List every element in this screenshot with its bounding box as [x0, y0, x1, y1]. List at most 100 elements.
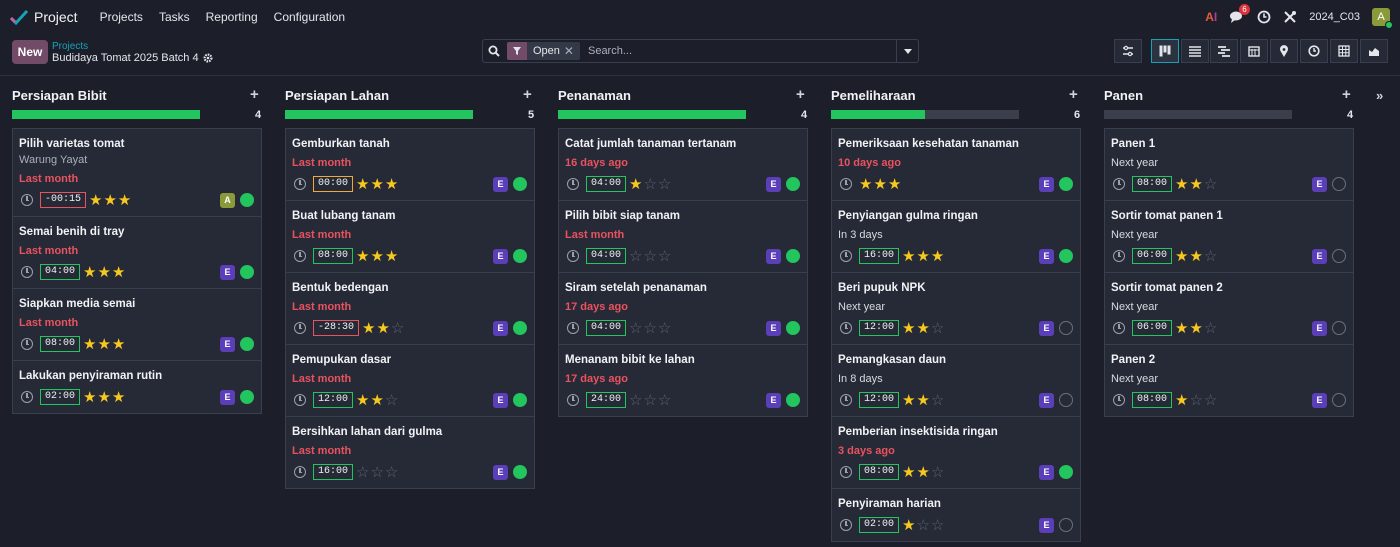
activity-clock-icon[interactable] [1113, 178, 1125, 190]
priority-star-icon[interactable]: ☆ [385, 393, 398, 408]
column-progress-bar[interactable] [558, 110, 746, 119]
task-card[interactable]: Siram setelah penanaman 17 days ago 04:00… [559, 273, 807, 345]
priority-star-icon[interactable]: ★ [916, 321, 929, 336]
priority-star-icon[interactable]: ★ [1189, 177, 1202, 192]
task-state-indicator[interactable] [240, 265, 254, 279]
priority-star-icon[interactable]: ★ [112, 337, 125, 352]
column-progress-bar[interactable] [1104, 110, 1292, 119]
priority-star-icon[interactable]: ☆ [931, 465, 944, 480]
task-card[interactable]: Beri pupuk NPK Next year 12:00 ★ ★ ☆ E [832, 273, 1080, 345]
task-state-indicator[interactable] [513, 393, 527, 407]
column-progress-bar[interactable] [831, 110, 1019, 119]
task-state-indicator[interactable] [1059, 465, 1073, 479]
activity-clock-icon[interactable] [21, 338, 33, 350]
assignee-avatar[interactable]: E [1312, 248, 1327, 264]
priority-star-icon[interactable]: ☆ [1204, 249, 1217, 264]
priority-star-icon[interactable]: ★ [916, 393, 929, 408]
priority-star-icon[interactable]: ★ [112, 265, 125, 280]
activity-clock-icon[interactable] [840, 466, 852, 478]
task-card[interactable]: Pilih bibit siap tanam Last month 04:00 ☆ ☆… [559, 201, 807, 273]
add-task-icon[interactable]: + [1342, 86, 1351, 103]
priority-star-icon[interactable]: ★ [370, 177, 383, 192]
filter-facet[interactable]: Open ✕ [507, 42, 580, 60]
task-card[interactable]: Siapkan media semai Last month 08:00 ★ ★ ★ E [13, 289, 261, 361]
assignee-avatar[interactable]: E [1039, 517, 1054, 533]
ai-icon[interactable]: AI [1205, 10, 1217, 24]
assignee-avatar[interactable]: E [1039, 464, 1054, 480]
activity-clock-icon[interactable] [567, 394, 579, 406]
priority-star-icon[interactable]: ☆ [916, 518, 929, 533]
priority-star-icon[interactable]: ☆ [385, 465, 398, 480]
assignee-avatar[interactable]: E [766, 176, 781, 192]
add-task-icon[interactable]: + [250, 86, 259, 103]
column-title[interactable]: Penanaman [558, 88, 631, 103]
view-activity-button[interactable] [1300, 39, 1328, 63]
assignee-avatar[interactable]: E [766, 320, 781, 336]
task-state-indicator[interactable] [786, 393, 800, 407]
priority-star-icon[interactable]: ☆ [643, 321, 656, 336]
priority-star-icon[interactable]: ★ [118, 193, 131, 208]
activity-clock-icon[interactable] [294, 322, 306, 334]
task-state-indicator[interactable] [1059, 249, 1073, 263]
priority-star-icon[interactable]: ★ [385, 249, 398, 264]
activity-clock-icon[interactable] [567, 322, 579, 334]
priority-star-icon[interactable]: ★ [83, 390, 96, 405]
priority-star-icon[interactable]: ★ [97, 337, 110, 352]
assignee-avatar[interactable]: E [220, 389, 235, 405]
activity-clock-icon[interactable] [294, 466, 306, 478]
activity-clock-icon[interactable] [840, 394, 852, 406]
task-state-indicator[interactable] [786, 249, 800, 263]
priority-star-icon[interactable]: ☆ [370, 465, 383, 480]
task-card[interactable]: Panen 1 Next year 08:00 ★ ★ ☆ E [1105, 129, 1353, 201]
priority-star-icon[interactable]: ☆ [658, 393, 671, 408]
activity-clock-icon[interactable] [21, 194, 33, 206]
priority-star-icon[interactable]: ★ [376, 321, 389, 336]
add-task-icon[interactable]: + [1069, 86, 1078, 103]
add-task-icon[interactable]: + [796, 86, 805, 103]
priority-star-icon[interactable]: ☆ [391, 321, 404, 336]
priority-star-icon[interactable]: ★ [916, 465, 929, 480]
task-state-indicator[interactable] [513, 321, 527, 335]
priority-star-icon[interactable]: ★ [356, 249, 369, 264]
activity-clock-icon[interactable] [1113, 394, 1125, 406]
task-card[interactable]: Bersihkan lahan dari gulma Last month 16:… [286, 417, 534, 483]
task-card[interactable]: Buat lubang tanam Last month 08:00 ★ ★ ★ E [286, 201, 534, 273]
activity-clock-icon[interactable] [840, 250, 852, 262]
activity-clock-icon[interactable] [1113, 250, 1125, 262]
priority-star-icon[interactable]: ★ [356, 393, 369, 408]
priority-star-icon[interactable]: ★ [902, 465, 915, 480]
task-card[interactable]: Penyiraman harian 02:00 ★ ☆ ☆ E [832, 489, 1080, 536]
priority-star-icon[interactable]: ☆ [931, 321, 944, 336]
assignee-avatar[interactable]: E [1039, 392, 1054, 408]
priority-star-icon[interactable]: ☆ [658, 249, 671, 264]
assignee-avatar[interactable]: E [493, 176, 508, 192]
menu-configuration[interactable]: Configuration [274, 10, 345, 24]
priority-star-icon[interactable]: ☆ [1204, 393, 1217, 408]
priority-star-icon[interactable]: ★ [112, 390, 125, 405]
priority-star-icon[interactable]: ★ [370, 249, 383, 264]
task-card[interactable]: Gemburkan tanah Last month 00:00 ★ ★ ★ E [286, 129, 534, 201]
view-kanban-button[interactable] [1151, 39, 1179, 63]
view-gantt-button[interactable] [1210, 39, 1238, 63]
priority-star-icon[interactable]: ★ [1175, 393, 1188, 408]
priority-star-icon[interactable]: ★ [916, 249, 929, 264]
priority-star-icon[interactable]: ★ [888, 177, 901, 192]
priority-star-icon[interactable]: ☆ [1204, 321, 1217, 336]
priority-star-icon[interactable]: ★ [859, 177, 872, 192]
assignee-avatar[interactable]: E [766, 392, 781, 408]
priority-star-icon[interactable]: ★ [1189, 249, 1202, 264]
app-brand[interactable]: Project [10, 9, 78, 25]
task-state-indicator[interactable] [513, 177, 527, 191]
task-card[interactable]: Penyiangan gulma ringan In 3 days 16:00 ★ ★… [832, 201, 1080, 273]
task-card[interactable]: Pilih varietas tomat Warung Yayat Last mon… [13, 129, 261, 217]
breadcrumb-projects[interactable]: Projects [52, 41, 88, 52]
activity-clock-icon[interactable] [294, 394, 306, 406]
task-state-indicator[interactable] [786, 177, 800, 191]
priority-star-icon[interactable]: ★ [1175, 177, 1188, 192]
menu-reporting[interactable]: Reporting [206, 10, 258, 24]
chevron-double-right-icon[interactable]: » [1376, 88, 1383, 103]
task-state-indicator[interactable] [1059, 321, 1073, 335]
chat-button[interactable]: 6 [1229, 4, 1250, 24]
tools-icon[interactable] [1283, 10, 1297, 24]
task-state-indicator[interactable] [1059, 177, 1073, 191]
